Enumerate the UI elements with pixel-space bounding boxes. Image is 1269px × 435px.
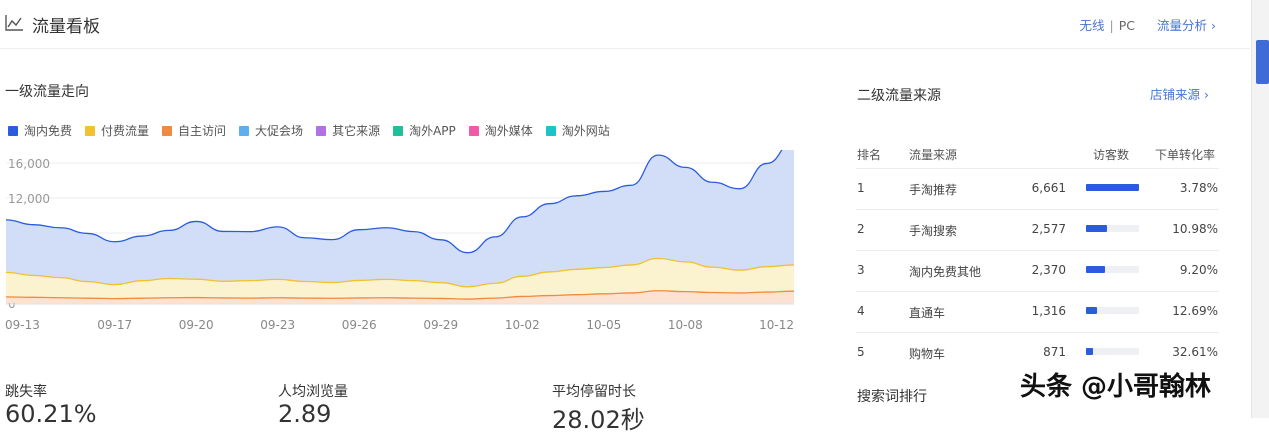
trend-title: 一级流量走向 [5,84,89,100]
row-conversion: 12.69% [1172,304,1218,318]
visitor-share-fill [1086,266,1106,273]
legend-label: 自主访问 [178,124,227,138]
visitor-share-fill [1086,225,1107,232]
x-tick-label: 10-05 [586,318,621,332]
legend-label: 淘内免费 [24,124,73,138]
visitor-share-bar [1086,348,1139,355]
row-visitors: 6,661 [1031,181,1066,195]
stay-time-label: 平均停留时长 [552,384,636,400]
legend-swatch [85,125,96,136]
top-bar: 流量看板 无线 | PC 流量分析 › [0,0,1250,49]
toggle-separator: | [1109,18,1114,33]
legend-swatch [468,125,479,136]
legend-item[interactable]: 淘外网站 [545,122,610,139]
legend-item[interactable]: 其它来源 [316,122,380,139]
header-rank: 排名 [857,148,882,162]
x-tick-label: 10-08 [668,318,703,332]
shop-source-link[interactable]: 店铺来源 › [1150,84,1209,103]
y-tick-label: 12,000 [8,192,50,206]
legend-item[interactable]: 淘外媒体 [468,122,533,139]
legend-item[interactable]: 自主访问 [162,122,226,139]
bounce-rate-label: 跳失率 [5,384,47,400]
legend-swatch [545,125,556,136]
legend-swatch [239,125,250,136]
legend-label: 淘外媒体 [484,124,533,138]
legend-item[interactable]: 大促会场 [239,122,303,139]
chart-legend: 淘内免费 付费流量 自主访问 大促会场 其它来源 淘外APP 淘外媒体 淘外网站 [8,122,623,139]
bounce-rate-value: 60.21% [5,400,97,428]
sources-title: 二级流量来源 [857,88,941,104]
row-conversion: 32.61% [1172,345,1218,359]
watermark: 头条 @小哥翰林 [1020,372,1212,402]
legend-label: 大促会场 [255,124,304,138]
visitor-share-bar [1086,225,1139,232]
row-source: 淘内免费其他 [909,265,982,279]
pageviews-label: 人均浏览量 [278,384,348,400]
pc-toggle[interactable]: PC [1119,18,1135,33]
legend-swatch [316,125,327,136]
visitor-share-fill [1086,307,1097,314]
x-tick-label: 09-26 [342,318,377,332]
line-chart-icon [5,15,23,31]
row-conversion: 3.78% [1179,181,1218,195]
wireless-toggle[interactable]: 无线 [1080,18,1105,33]
x-tick-label: 10-12 [759,318,794,332]
visitor-share-fill [1086,184,1139,191]
header-conversion: 下单转化率 [1155,148,1216,162]
legend-item[interactable]: 淘外APP [393,122,456,139]
row-visitors: 2,577 [1031,222,1066,236]
traffic-area-chart: 16,00012,0008,0004,000009-1309-1709-2009… [5,150,795,332]
row-rank: 1 [857,181,865,195]
legend-swatch [162,125,173,136]
legend-label: 其它来源 [332,124,381,138]
row-source: 手淘推荐 [909,183,958,197]
visitor-share-bar [1086,307,1139,314]
scrollbar-thumb[interactable] [1256,40,1269,84]
legend-swatch [393,125,404,136]
legend-item[interactable]: 淘内免费 [8,122,72,139]
header-visitors: 访客数 [1093,148,1130,162]
visitor-share-bar [1086,266,1139,273]
row-visitors: 871 [1043,345,1066,359]
x-tick-label: 09-29 [423,318,458,332]
row-visitors: 2,370 [1031,263,1066,277]
header-links: 无线 | PC 流量分析 › [1080,15,1216,34]
row-source: 购物车 [909,347,946,361]
row-source: 手淘搜索 [909,224,958,238]
row-visitors: 1,316 [1031,304,1066,318]
pageviews-value: 2.89 [278,400,332,428]
page-title: 流量看板 [32,17,100,37]
x-tick-label: 10-02 [505,318,540,332]
table-row[interactable]: 1 手淘推荐 6,661 3.78% [856,168,1219,209]
table-row[interactable]: 4 直通车 1,316 12.69% [856,291,1219,332]
row-rank: 4 [857,304,865,318]
legend-label: 淘外网站 [561,124,610,138]
row-conversion: 10.98% [1172,222,1218,236]
x-tick-label: 09-20 [179,318,214,332]
header-source: 流量来源 [909,148,958,162]
legend-item[interactable]: 付费流量 [85,122,149,139]
x-tick-label: 09-17 [97,318,132,332]
row-rank: 2 [857,222,865,236]
search-rank-title: 搜索词排行 [857,389,927,405]
visitor-share-fill [1086,348,1093,355]
legend-label: 付费流量 [101,124,150,138]
legend-label: 淘外APP [409,124,456,138]
table-row[interactable]: 2 手淘搜索 2,577 10.98% [856,209,1219,250]
x-tick-label: 09-23 [260,318,295,332]
legend-swatch [8,125,18,136]
row-conversion: 9.20% [1179,263,1218,277]
table-row[interactable]: 3 淘内免费其他 2,370 9.20% [856,250,1219,291]
x-tick-label: 09-13 [5,318,40,332]
y-tick-label: 16,000 [8,157,50,171]
visitor-share-bar [1086,184,1139,191]
row-rank: 3 [857,263,865,277]
traffic-analysis-link[interactable]: 流量分析 › [1157,18,1216,33]
row-rank: 5 [857,345,865,359]
row-source: 直通车 [909,306,946,320]
